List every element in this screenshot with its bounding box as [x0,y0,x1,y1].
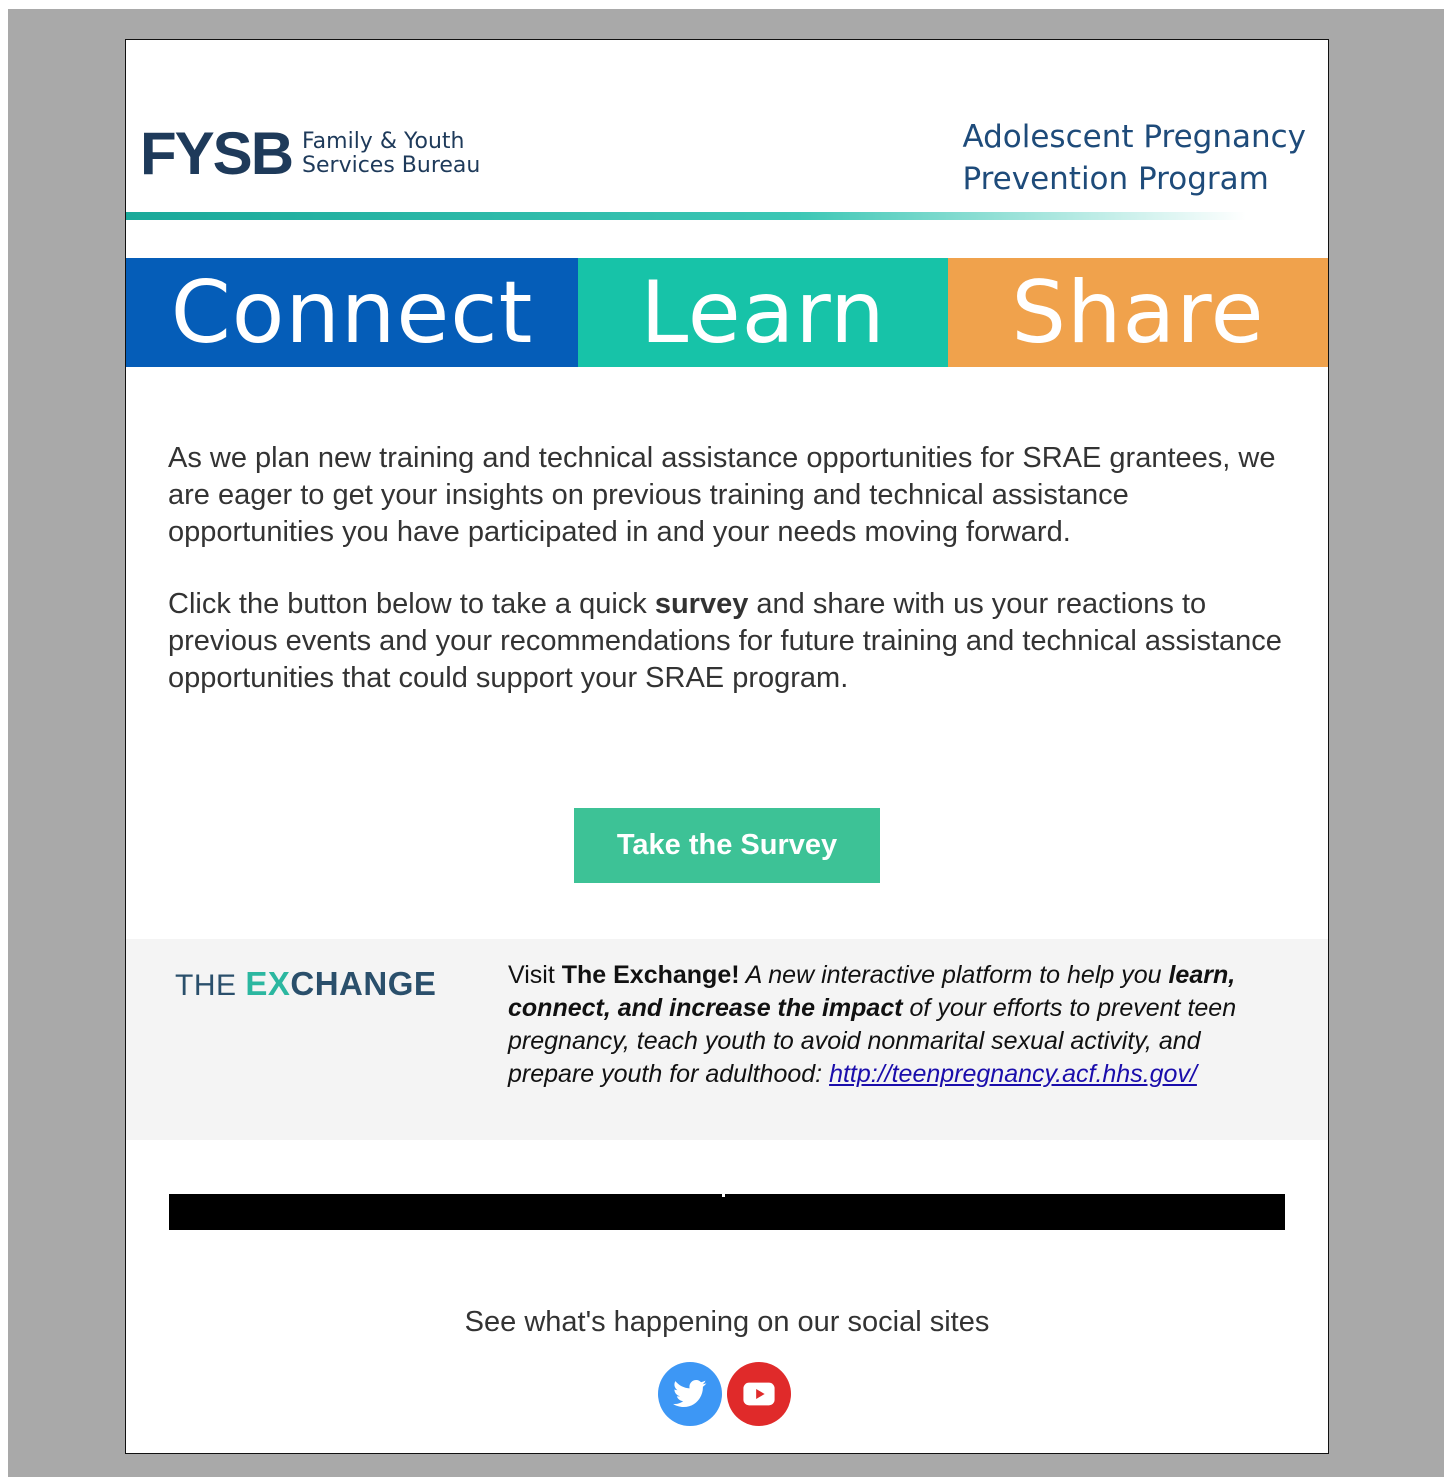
body-paragraph-2: Click the button below to take a quick s… [168,586,1288,697]
body-paragraph-2-start: Click the button below to take a quick [168,588,655,620]
exchange-name: The Exchange! [561,961,740,989]
fysb-logo-text: Family & Youth Services Bureau [302,130,480,178]
exchange-link[interactable]: http://teenpregnancy.acf.hhs.gov/ [829,1060,1197,1088]
program-title-line2: Prevention Program [962,161,1269,197]
exchange-description: Visit The Exchange! A new interactive pl… [508,959,1278,1091]
fysb-logo-mark: FYSB [140,120,294,187]
header-divider [126,212,1246,220]
email-container: FYSB Family & Youth Services Bureau Adol… [125,39,1329,1454]
fysb-logo-line2: Services Bureau [302,153,481,178]
youtube-play-icon [743,1382,775,1406]
take-survey-button[interactable]: Take the Survey [574,808,880,883]
banner-connect: Connect [126,258,578,367]
exchange-logo-ex: EX [245,965,291,1002]
exchange-italic-1: A new interactive platform to help you [739,961,1169,989]
email-header: FYSB Family & Youth Services Bureau Adol… [126,40,1328,230]
fysb-logo-line1: Family & Youth [302,129,465,154]
banner-share: Share [948,258,1328,367]
exchange-logo-the: THE [175,969,246,1002]
redacted-bar [169,1191,1285,1230]
social-icons [658,1362,791,1426]
body-paragraph-1: As we plan new training and technical as… [168,442,1276,548]
survey-emphasis: survey [654,588,749,620]
connect-learn-share-banner: Connect Learn Share [126,258,1328,367]
social-title: See what's happening on our social sites [464,1306,990,1338]
redacted-bar-tick [722,1191,725,1197]
youtube-icon[interactable] [727,1362,791,1426]
email-body: As we plan new training and technical as… [168,440,1288,732]
program-title-line1: Adolescent Pregnancy [962,119,1306,155]
email-background: FYSB Family & Youth Services Bureau Adol… [8,9,1444,1477]
fysb-logo[interactable]: FYSB Family & Youth Services Bureau [140,124,480,184]
exchange-visit: Visit [508,961,562,989]
twitter-bird-icon [673,1379,707,1408]
exchange-logo-change: CHANGE [290,965,437,1002]
exchange-logo[interactable]: THE EXCHANGE [175,965,436,1003]
twitter-icon[interactable] [658,1362,722,1426]
banner-learn: Learn [578,258,948,367]
program-title: Adolescent Pregnancy Prevention Program [962,116,1306,200]
exchange-section: THE EXCHANGE Visit The Exchange! A new i… [126,939,1328,1140]
